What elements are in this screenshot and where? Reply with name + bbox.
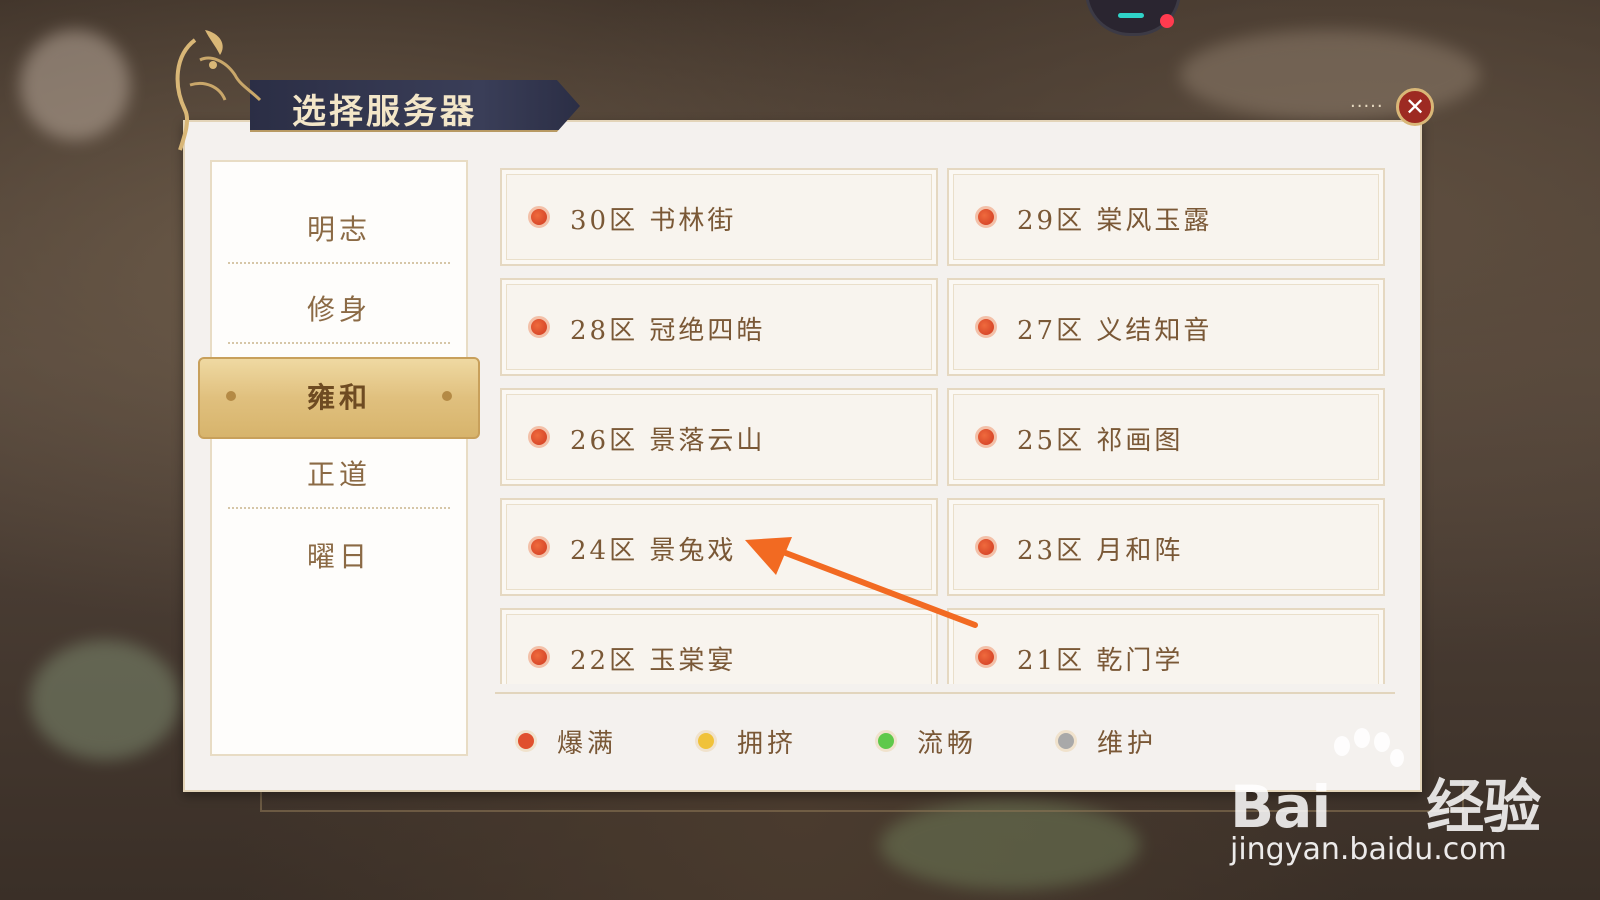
server-card[interactable]: 21区 乾门学 (947, 608, 1385, 684)
watermark-logo-suffix: 经验 (1426, 773, 1541, 841)
status-smooth-icon (875, 730, 897, 752)
divider (228, 507, 450, 509)
server-label: 30区 书林街 (570, 206, 737, 236)
server-label: 24区 景兔戏 (570, 536, 737, 566)
server-label: 23区 月和阵 (1017, 536, 1184, 566)
close-button[interactable]: ✕ (1396, 88, 1434, 126)
notification-dot (1160, 14, 1174, 28)
status-full-icon (975, 646, 997, 668)
category-tab-zhengdao[interactable]: 正道 (230, 435, 448, 515)
legend-label: 拥挤 (737, 729, 798, 759)
status-full-icon (975, 426, 997, 448)
legend-label: 流畅 (917, 729, 978, 759)
background-light (30, 640, 180, 760)
server-label: 28区 冠绝四皓 (570, 316, 766, 346)
category-tab-label: 雍和 (306, 381, 371, 414)
status-crowded-icon (695, 730, 717, 752)
background-light (1180, 30, 1480, 120)
background-light (20, 30, 130, 140)
legend-label: 爆满 (557, 729, 618, 759)
server-card[interactable]: 28区 冠绝四皓 (500, 278, 938, 376)
divider (228, 262, 450, 264)
server-label: 26区 景落云山 (570, 426, 766, 456)
status-full-icon (528, 206, 550, 228)
server-label: 27区 义结知音 (1017, 316, 1213, 346)
annotation-arrow-icon (745, 537, 978, 628)
server-label: 25区 祁画图 (1017, 426, 1184, 456)
status-full-icon (528, 426, 550, 448)
status-full-icon (975, 206, 997, 228)
server-label: 22区 玉棠宴 (570, 646, 737, 676)
status-maintenance-icon (1055, 730, 1077, 752)
status-full-icon (975, 316, 997, 338)
server-card[interactable]: 30区 书林街 (500, 168, 938, 266)
server-card[interactable]: 25区 祁画图 (947, 388, 1385, 486)
status-full-icon (528, 646, 550, 668)
legend-label: 维护 (1097, 729, 1158, 759)
watermark-url: jingyan.baidu.com (1230, 832, 1507, 867)
deer-emblem-icon (175, 30, 262, 151)
category-tab-yaori[interactable]: 曜日 (230, 517, 448, 597)
close-icon: ✕ (1404, 93, 1426, 121)
category-tab-mingzhi[interactable]: 明志 (230, 190, 448, 270)
ornament-icon (226, 391, 236, 401)
status-full-icon (515, 730, 537, 752)
category-tab-xiushen[interactable]: 修身 (230, 270, 448, 350)
divider (228, 342, 450, 344)
background-light (880, 800, 1140, 890)
server-card[interactable]: 29区 棠风玉露 (947, 168, 1385, 266)
server-label: 21区 乾门学 (1017, 646, 1184, 676)
server-card[interactable]: 23区 月和阵 (947, 498, 1385, 596)
status-full-icon (528, 316, 550, 338)
dialog-title: 选择服务器 (292, 92, 477, 132)
legend-divider (495, 692, 1395, 694)
server-card[interactable]: 26区 景落云山 (500, 388, 938, 486)
close-decoration: ····· (1350, 96, 1384, 117)
ornament-icon (442, 391, 452, 401)
watermark-logo-text: Bai (1230, 773, 1331, 841)
server-card[interactable]: 27区 义结知音 (947, 278, 1385, 376)
status-full-icon (528, 536, 550, 558)
category-tab-yonghe-active[interactable]: 雍和 (198, 357, 480, 439)
server-label: 29区 棠风玉露 (1017, 206, 1213, 236)
